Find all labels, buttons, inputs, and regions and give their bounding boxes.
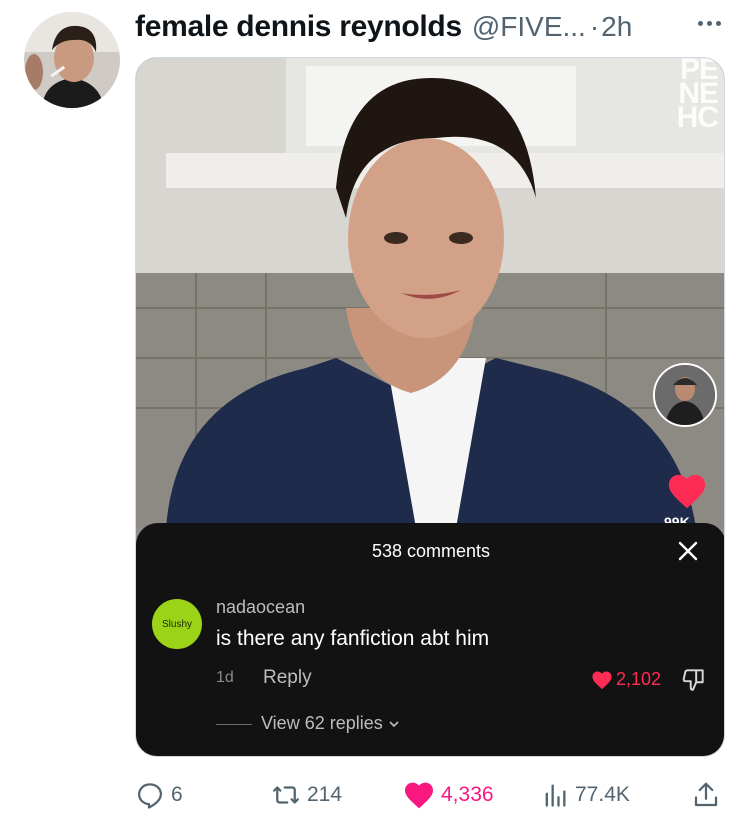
user-handle[interactable]: @FIVE... [472, 11, 586, 43]
more-icon[interactable] [692, 8, 726, 38]
comments-panel: 538 comments Slushy nadaocean is there a… [136, 523, 724, 756]
comment-text: is there any fanfiction abt him [216, 627, 490, 650]
tweet-time[interactable]: 2h [601, 11, 632, 43]
media-attachment[interactable]: PE NE HC 99K 538 comments Slushy nadaoce… [135, 57, 725, 757]
comments-count-title: 538 comments [371, 541, 491, 561]
commenter-username[interactable]: nadaocean [216, 597, 305, 618]
video-frame [136, 58, 724, 528]
retweet-icon [273, 786, 299, 804]
heart-icon [592, 671, 612, 689]
thumbs-down-icon[interactable] [681, 666, 707, 692]
heart-icon[interactable] [666, 472, 708, 510]
author-avatar[interactable] [24, 12, 120, 108]
comment-like-count: 2,102 [616, 669, 662, 689]
display-name[interactable]: female dennis reynolds [135, 10, 462, 44]
tweet-actions: 6 214 4,336 77.4K [135, 775, 725, 815]
reply-icon [138, 783, 162, 809]
creator-avatar[interactable] [653, 363, 717, 427]
comment-reply-button[interactable]: Reply [263, 667, 312, 689]
retweet-count: 214 [307, 783, 343, 806]
chevron-down-icon [389, 720, 399, 727]
share-icon [694, 782, 718, 807]
reply-count: 6 [171, 783, 183, 806]
bar-chart-icon [545, 784, 566, 807]
watermark: PE NE HC [676, 57, 719, 134]
like-count: 4,336 [441, 783, 494, 806]
close-icon[interactable] [676, 539, 700, 563]
comment-like-button[interactable]: 2,102 [591, 669, 661, 690]
tweet-header: female dennis reynolds @FIVE... · 2h [135, 10, 632, 44]
reply-button[interactable]: 6 [135, 775, 183, 815]
view-count: 77.4K [575, 783, 630, 806]
like-button[interactable]: 4,336 [403, 775, 494, 815]
share-button[interactable] [691, 775, 721, 815]
commenter-avatar[interactable]: Slushy [152, 599, 202, 649]
retweet-button[interactable]: 214 [271, 775, 342, 815]
heart-icon [405, 782, 433, 809]
replies-divider [216, 724, 252, 725]
comment-age: 1d [216, 669, 234, 686]
separator-dot: · [589, 11, 600, 42]
views-button[interactable]: 77.4K [541, 775, 630, 815]
view-replies-link[interactable]: View 62 replies [261, 713, 401, 734]
